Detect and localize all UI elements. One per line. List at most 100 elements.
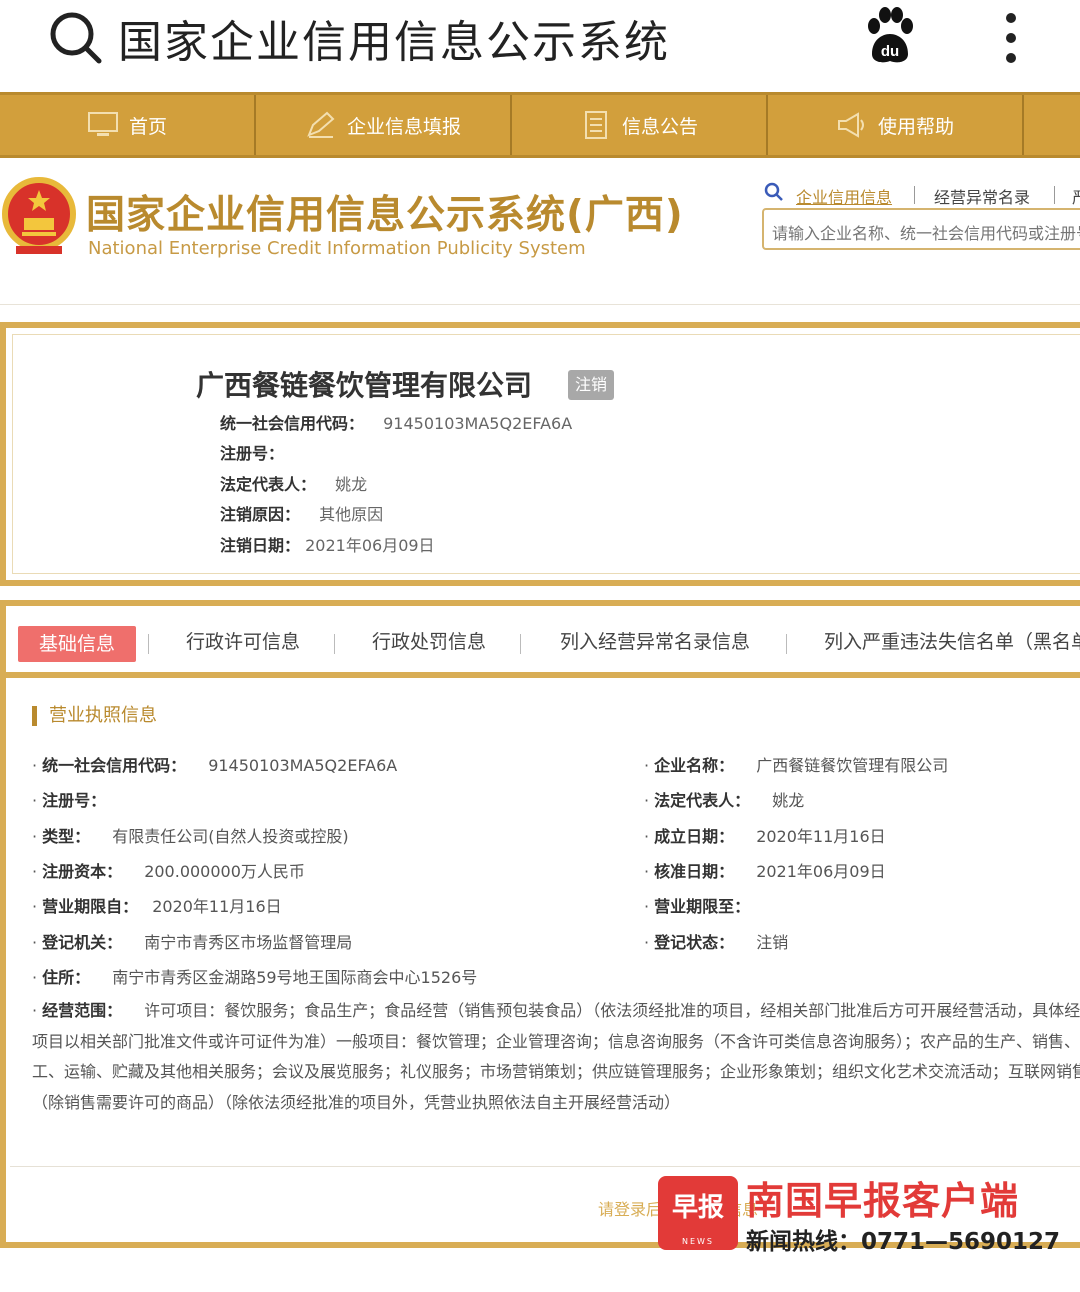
field-value: 2021年06月09日 [756, 862, 886, 881]
field-value: 有限责任公司(自然人投资或控股) [112, 827, 349, 846]
search-query-text[interactable]: 国家企业信用信息公示系统 [118, 6, 670, 70]
field-value: 2020年11月16日 [756, 827, 886, 846]
site-brand-title: 国家企业信用信息公示系统(广西) [86, 193, 684, 238]
field-company-name: · 企业名称： 广西餐链餐饮管理有限公司 [644, 756, 949, 775]
field-value: 南宁市青秀区市场监督管理局 [144, 933, 353, 952]
field-value: 姚龙 [772, 791, 805, 810]
field-label: 登记机关： [42, 933, 123, 952]
tab-admin-license[interactable]: 行政许可信息 [186, 627, 300, 654]
section-title-license: 营业执照信息 [32, 706, 157, 726]
field-approved: · 核准日期： 2021年06月09日 [644, 862, 886, 881]
enterprise-search-input[interactable] [762, 208, 1080, 250]
summary-value: 其他原因 [319, 505, 384, 524]
field-value: 南宁市青秀区金湖路59号地王国际商会中心1526号 [112, 968, 478, 987]
tab-basic-info[interactable]: 基础信息 [18, 626, 136, 662]
summary-value: 91450103MA5Q2EFA6A [383, 414, 573, 433]
summary-row-cancel-reason: 注销原因： 其他原因 [220, 501, 383, 525]
nav-item-overflow[interactable] [1024, 95, 1080, 155]
monitor-icon [87, 112, 118, 136]
field-label: 企业名称： [654, 756, 735, 775]
summary-label: 统一社会信用代码： [220, 414, 365, 433]
summary-row-cancel-date: 注销日期： 2021年06月09日 [220, 532, 435, 556]
field-label: 住所： [42, 968, 91, 987]
nav-item-label: 首页 [128, 115, 167, 138]
summary-label: 注销日期： [220, 536, 301, 555]
field-value: 广西餐链餐饮管理有限公司 [756, 756, 949, 775]
field-value: 200.000000万人民币 [144, 862, 305, 881]
field-label: 经营范围： [42, 1001, 123, 1020]
summary-row-credit-code: 统一社会信用代码： 91450103MA5Q2EFA6A [220, 410, 572, 434]
megaphone-icon [837, 112, 864, 138]
nav-item-label: 信息公告 [621, 115, 698, 138]
tab-abnormal-list[interactable]: 列入经营异常名录信息 [560, 627, 750, 654]
link-serious-violation[interactable]: 严 [1072, 184, 1080, 208]
baidu-paw-icon[interactable]: du [862, 6, 918, 66]
newspaper-logo: 早报 NEWS [658, 1176, 738, 1250]
main-nav: 首页 企业信息填报 信息公告 使用帮助 [0, 92, 1080, 158]
field-label: 统一社会信用代码： [42, 756, 187, 775]
field-legal-rep: · 法定代表人： 姚龙 [644, 791, 805, 810]
summary-row-reg-number: 注册号： [220, 440, 284, 464]
field-label: 核准日期： [654, 862, 735, 881]
header-search-icon [764, 182, 783, 201]
document-icon [584, 111, 607, 139]
tab-divider [334, 634, 335, 654]
nav-item-help[interactable]: 使用帮助 [768, 95, 1024, 155]
tab-divider [520, 634, 521, 654]
company-summary-panel [0, 322, 1080, 586]
field-capital: · 注册资本： 200.000000万人民币 [32, 862, 305, 881]
field-value: 许可项目：餐饮服务；食品生产；食品经营（销售预包装食品）（依法须经批准的项目，经… [32, 1001, 1080, 1112]
tab-divider [148, 634, 149, 654]
nav-item-label: 使用帮助 [877, 115, 954, 138]
field-address: · 住所： 南宁市青秀区金湖路59号地王国际商会中心1526号 [32, 968, 478, 987]
summary-label: 法定代表人： [220, 475, 317, 494]
field-label: 类型： [42, 827, 91, 846]
field-term-to: · 营业期限至： [644, 897, 751, 916]
field-credit-code: · 统一社会信用代码： 91450103MA5Q2EFA6A [32, 756, 398, 775]
watermark-title: 南国早报客户端 [746, 1179, 1020, 1223]
logo-text: 早报 [671, 1193, 724, 1223]
tab-admin-penalty[interactable]: 行政处罚信息 [372, 627, 486, 654]
more-options-icon[interactable] [996, 10, 1026, 66]
link-divider [1054, 186, 1055, 204]
nav-item-label: 企业信息填报 [346, 115, 461, 138]
summary-value: 姚龙 [335, 475, 368, 494]
svg-text:du: du [881, 43, 899, 60]
summary-label: 注销原因： [220, 505, 301, 524]
field-label: 营业期限至： [654, 897, 751, 916]
browser-search-bar: 国家企业信用信息公示系统 du [0, 0, 1080, 92]
divider [10, 1166, 1080, 1167]
field-label: 营业期限自： [42, 897, 139, 916]
field-label: 成立日期： [654, 827, 735, 846]
field-reg-status: · 登记状态： 注销 [644, 933, 789, 952]
field-label: 注册资本： [42, 862, 123, 881]
field-authority: · 登记机关： 南宁市青秀区市场监督管理局 [32, 933, 353, 952]
link-enterprise-credit[interactable]: 企业信用信息 [796, 184, 892, 208]
summary-row-legal-rep: 法定代表人： 姚龙 [220, 471, 367, 495]
field-reg-number: · 注册号： [32, 791, 107, 810]
nav-item-home[interactable]: 首页 [0, 95, 256, 155]
field-business-scope: · 经营范围： 许可项目：餐饮服务；食品生产；食品经营（销售预包装食品）（依法须经… [32, 996, 1080, 1118]
nav-item-fill-report[interactable]: 企业信息填报 [256, 95, 512, 155]
field-label: 法定代表人： [654, 791, 751, 810]
field-established: · 成立日期： 2020年11月16日 [644, 827, 886, 846]
tab-blacklist[interactable]: 列入严重违法失信名单（黑名单） [824, 627, 1080, 654]
national-emblem-icon [2, 177, 76, 254]
detail-panel [0, 600, 1080, 1248]
status-badge: 注销 [568, 370, 614, 400]
field-value: 91450103MA5Q2EFA6A [208, 756, 398, 775]
summary-inner-border [12, 334, 1080, 574]
field-label: 登记状态： [654, 933, 735, 952]
summary-value: 2021年06月09日 [305, 536, 435, 555]
link-abnormal-list[interactable]: 经营异常名录 [934, 184, 1030, 208]
company-name: 广西餐链餐饮管理有限公司 [196, 369, 533, 402]
watermark-hotline: 新闻热线：0771—5690127 [746, 1229, 1061, 1255]
tab-divider [786, 634, 787, 654]
search-icon[interactable] [48, 10, 104, 66]
link-divider [914, 186, 915, 204]
field-type: · 类型： 有限责任公司(自然人投资或控股) [32, 827, 349, 846]
site-header: 国家企业信用信息公示系统(广西) National Enterprise Cre… [0, 158, 1080, 305]
summary-label: 注册号： [220, 444, 285, 463]
field-term-from: · 营业期限自： 2020年11月16日 [32, 897, 282, 916]
nav-item-announcement[interactable]: 信息公告 [512, 95, 768, 155]
